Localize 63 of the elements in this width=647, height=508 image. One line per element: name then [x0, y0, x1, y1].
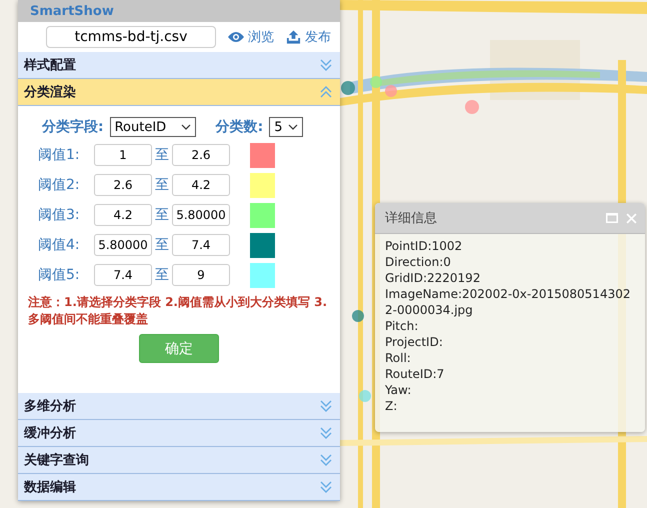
popup-title: 详细信息: [385, 210, 438, 227]
threshold-to-field[interactable]: 4.2: [172, 174, 230, 196]
attribute-text: Roll:: [385, 350, 412, 366]
threshold-label: 阈值4:: [38, 236, 81, 254]
threshold-to-field[interactable]: 9: [172, 264, 230, 286]
section-header[interactable]: 关键字查询: [18, 447, 340, 474]
app-title: SmartShow: [30, 4, 114, 18]
warning-note: 注意：1.请选择分类字段 2.阈值需从小到大分类填写 3.多阈值间不能重叠覆盖: [28, 294, 328, 328]
section-header[interactable]: 样式配置: [18, 52, 340, 79]
threshold-from-field[interactable]: 5.80000: [94, 234, 152, 256]
threshold-to-field[interactable]: 5.80000: [172, 204, 230, 226]
expand-chevron-icon: [320, 481, 332, 493]
color-swatch[interactable]: [250, 172, 275, 198]
threshold-label: 阈值2:: [38, 176, 81, 194]
attribute-text: Z:: [385, 398, 398, 414]
upload-icon: [286, 30, 301, 44]
caret-icon: [288, 124, 298, 130]
attribute-text: Yaw:: [385, 382, 412, 398]
attribute-text: Pitch:: [385, 318, 420, 334]
count-select[interactable]: 5: [269, 117, 304, 137]
color-swatch[interactable]: [250, 202, 275, 228]
browse-link[interactable]: 浏览: [228, 28, 274, 46]
color-swatch[interactable]: [250, 262, 275, 288]
expand-chevron-icon: [320, 59, 332, 71]
attribute-text: ImageName:202002-0x-20150805143022-0000034.jpg: [385, 286, 632, 318]
section-header[interactable]: 数据编辑: [18, 474, 340, 501]
section-header[interactable]: 分类渲染: [18, 79, 340, 106]
collapse-chevron-icon: [320, 86, 332, 98]
field-select[interactable]: RouteID: [110, 117, 196, 137]
count-label: 分类数:: [216, 118, 264, 136]
range-separator: 至: [154, 206, 170, 224]
maximize-icon[interactable]: [606, 213, 618, 223]
threshold-from-field[interactable]: 4.2: [94, 204, 152, 226]
threshold-to-field[interactable]: 7.4: [172, 234, 230, 256]
attribute-text: GridID:2220192: [385, 270, 482, 286]
range-separator: 至: [154, 266, 170, 284]
color-swatch[interactable]: [250, 232, 275, 258]
field-label: 分类字段:: [42, 118, 104, 136]
publish-link[interactable]: 发布: [286, 28, 331, 46]
file-name-field[interactable]: tcmms-bd-tj.csv: [46, 26, 216, 48]
expand-chevron-icon: [320, 400, 332, 412]
threshold-label: 阈值1:: [38, 146, 81, 164]
attribute-text: RouteID:7: [385, 366, 446, 382]
section-header[interactable]: 缓冲分析: [18, 420, 340, 447]
threshold-to-field[interactable]: 2.6: [172, 144, 230, 166]
threshold-label: 阈值5:: [38, 266, 81, 284]
range-separator: 至: [154, 236, 170, 254]
eye-icon: [228, 31, 244, 43]
expand-chevron-icon: [320, 427, 332, 439]
caret-icon: [180, 124, 191, 130]
threshold-from-field[interactable]: 2.6: [94, 174, 152, 196]
threshold-label: 阈值3:: [38, 206, 81, 224]
attribute-text: ProjectID:: [385, 334, 444, 350]
threshold-from-field[interactable]: 7.4: [94, 264, 152, 286]
attribute-text: Direction:0: [385, 254, 452, 270]
range-separator: 至: [154, 146, 170, 164]
range-separator: 至: [154, 176, 170, 194]
attribute-text: PointID:1002: [385, 238, 464, 254]
section-header[interactable]: 多维分析: [18, 393, 340, 420]
close-icon[interactable]: [626, 212, 637, 224]
expand-chevron-icon: [320, 454, 332, 466]
color-swatch[interactable]: [250, 142, 275, 168]
threshold-from-field[interactable]: 1: [94, 144, 152, 166]
